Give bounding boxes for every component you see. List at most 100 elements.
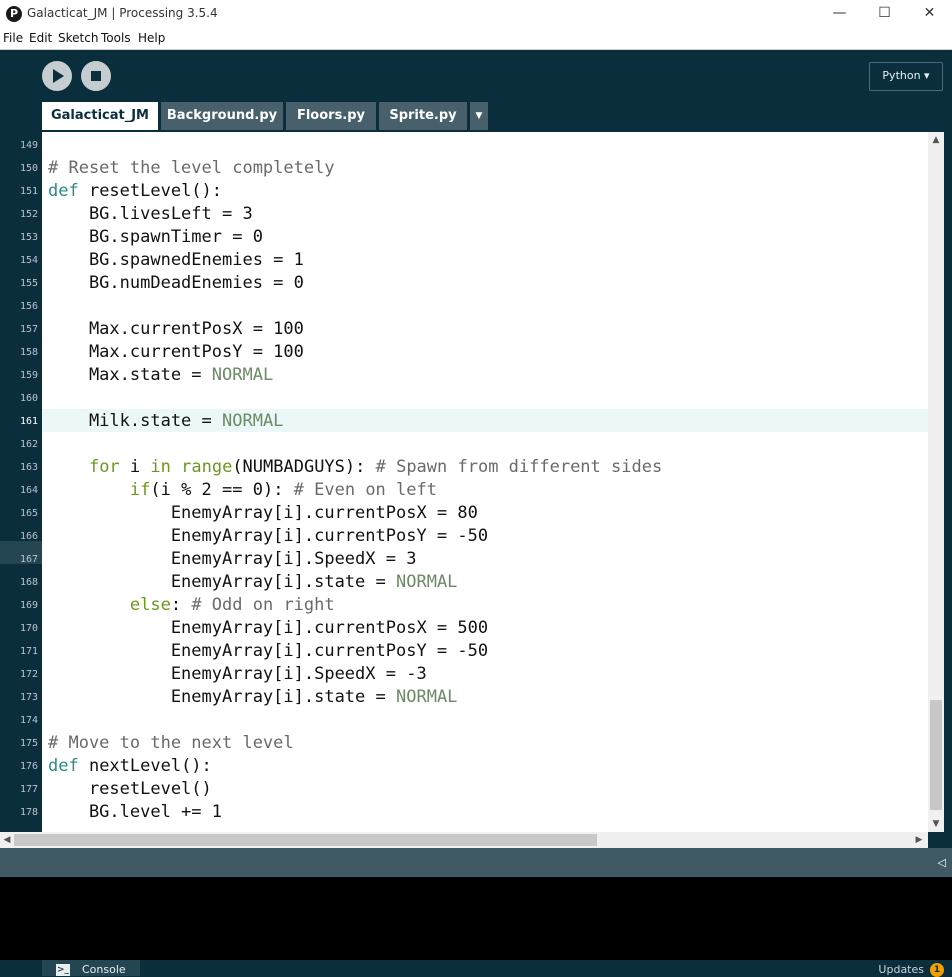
code-text: EnemyArray[i].currentPosY = -50 <box>48 526 489 546</box>
line-number: 151 <box>19 186 38 197</box>
line-number: 173 <box>19 692 38 703</box>
console-icon: >_ <box>56 964 70 976</box>
code-line: EnemyArray[i].SpeedX = 3 <box>48 548 417 571</box>
code-text: EnemyArray[i].currentPosX = 500 <box>48 618 489 638</box>
message-area: ◁ <box>0 848 952 877</box>
code-line: BG.level += 1 <box>48 801 222 824</box>
stop-button[interactable] <box>81 61 111 91</box>
code-comment: # Move to the next level <box>48 733 294 753</box>
line-number: 150 <box>19 163 38 174</box>
tab-menu-dropdown-icon[interactable]: ▼ <box>470 102 488 130</box>
code-line: EnemyArray[i].state = NORMAL <box>48 686 458 709</box>
code-text: Max.currentPosY = 100 <box>48 342 304 362</box>
code-text: (i % 2 == 0): <box>150 480 294 500</box>
code-line: # Reset the level completely <box>48 157 335 180</box>
line-number: 163 <box>19 462 38 473</box>
collapse-console-icon[interactable]: ◁ <box>938 856 946 869</box>
code-text: EnemyArray[i].SpeedX = -3 <box>48 664 427 684</box>
code-text: EnemyArray[i].state = <box>48 572 396 592</box>
console-tab-label: Console <box>82 963 126 976</box>
code-token: NORMAL <box>396 687 458 707</box>
code-comment: # Odd on right <box>191 595 335 615</box>
scroll-right-icon[interactable]: ▶ <box>912 832 926 848</box>
tab-floors-py[interactable]: Floors.py <box>286 102 376 130</box>
footer-bar: >_ Console Updates 1 <box>0 960 952 977</box>
code-line: Max.currentPosX = 100 <box>48 318 304 341</box>
code-token: else <box>129 595 171 615</box>
window-title: Galacticat_JM | Processing 3.5.4 <box>27 6 218 20</box>
vertical-scrollbar[interactable]: ▲ ▼ <box>928 132 944 832</box>
code-line: # Move to the next level <box>48 732 294 755</box>
code-text: Max.currentPosX = 100 <box>48 319 304 339</box>
line-number: 175 <box>19 738 38 749</box>
menu-help[interactable]: Help <box>138 31 165 45</box>
code-line: EnemyArray[i].currentPosX = 500 <box>48 617 488 640</box>
horizontal-scroll-thumb[interactable] <box>14 834 597 846</box>
menu-sketch[interactable]: Sketch <box>58 31 98 45</box>
horizontal-scrollbar[interactable]: ◀ ▶ <box>0 832 928 848</box>
code-comment: # Reset the level completely <box>48 158 335 178</box>
run-button[interactable] <box>42 61 72 91</box>
line-number: 161 <box>19 416 38 427</box>
code-line: def resetLevel(): <box>48 180 222 203</box>
menu-edit[interactable]: Edit <box>29 31 52 45</box>
tab-galacticat-jm[interactable]: Galacticat_JM <box>42 102 158 130</box>
code-line: EnemyArray[i].state = NORMAL <box>48 571 458 594</box>
code-line: if(i % 2 == 0): # Even on left <box>48 479 437 502</box>
code-line: EnemyArray[i].currentPosY = -50 <box>48 640 488 663</box>
line-number: 157 <box>19 324 38 335</box>
console-output[interactable] <box>0 877 952 960</box>
code-token: NORMAL <box>211 365 274 385</box>
vertical-scroll-thumb[interactable] <box>930 700 942 810</box>
line-number: 164 <box>19 485 38 496</box>
code-line: BG.livesLeft = 3 <box>48 203 253 226</box>
code-token: in <box>150 457 171 477</box>
code-text: Max.state = <box>48 365 212 385</box>
line-number: 170 <box>19 623 38 634</box>
code-line: else: # Odd on right <box>48 594 335 617</box>
code-text: i <box>119 457 151 477</box>
updates-count-badge[interactable]: 1 <box>930 963 944 977</box>
title-bar: P Galacticat_JM | Processing 3.5.4 — ☐ ✕ <box>0 0 952 28</box>
play-icon <box>53 69 64 83</box>
close-button[interactable]: ✕ <box>907 0 952 28</box>
code-comment: # Even on left <box>293 480 437 500</box>
scroll-up-icon[interactable]: ▲ <box>928 132 944 148</box>
code-line: for i in range(NUMBADGUYS): # Spawn from… <box>48 456 662 479</box>
code-line: Milk.state = NORMAL <box>48 410 283 433</box>
minimize-button[interactable]: — <box>817 0 862 28</box>
line-number: 178 <box>19 807 38 818</box>
tab-sprite-py[interactable]: Sprite.py <box>379 102 467 130</box>
updates-link[interactable]: Updates <box>878 963 924 976</box>
code-token: if <box>129 480 151 500</box>
tab-background-py[interactable]: Background.py <box>161 102 283 130</box>
line-number: 169 <box>19 600 38 611</box>
console-tab[interactable]: >_ Console <box>42 960 140 976</box>
processing-app-icon: P <box>6 6 22 22</box>
code-text: nextLevel(): <box>78 756 212 776</box>
code-line: def nextLevel(): <box>48 755 212 778</box>
line-number: 177 <box>19 784 38 795</box>
code-token: for <box>88 457 120 477</box>
scroll-left-icon[interactable]: ◀ <box>0 832 14 848</box>
code-editor[interactable]: # Reset the level completely def resetLev… <box>42 132 928 832</box>
code-token: NORMAL <box>396 572 458 592</box>
mode-selector[interactable]: Python ▾ <box>869 62 943 91</box>
code-text: : <box>170 595 192 615</box>
line-number: 172 <box>19 669 38 680</box>
code-text: EnemyArray[i].state = <box>48 687 396 707</box>
line-number: 154 <box>19 255 38 266</box>
code-text: BG.spawnedEnemies = 1 <box>48 250 304 270</box>
scroll-down-icon[interactable]: ▼ <box>928 816 944 832</box>
line-number: 159 <box>19 370 38 381</box>
line-number: 174 <box>19 715 38 726</box>
code-line: BG.spawnTimer = 0 <box>48 226 263 249</box>
maximize-button[interactable]: ☐ <box>862 0 907 28</box>
menu-tools[interactable]: Tools <box>101 31 131 45</box>
code-line: Max.state = NORMAL <box>48 364 273 387</box>
code-text: BG.numDeadEnemies = 0 <box>48 273 304 293</box>
menu-file[interactable]: File <box>3 31 23 45</box>
line-number: 168 <box>19 577 38 588</box>
